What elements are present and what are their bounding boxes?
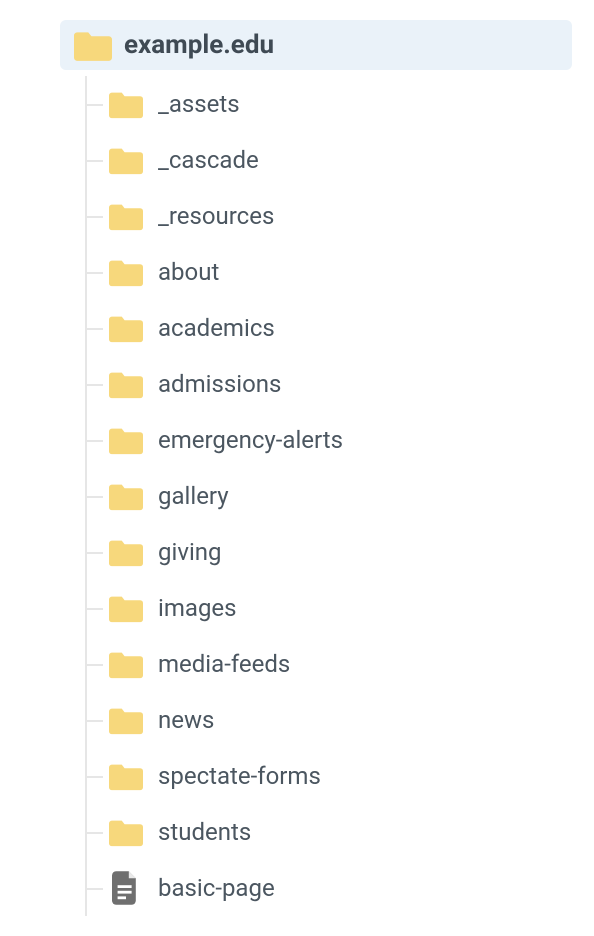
folder-icon: [108, 537, 144, 567]
folder-icon: [74, 28, 112, 62]
tree-connector-horizontal: [85, 328, 103, 330]
tree-item-folder[interactable]: media-feeds: [90, 636, 584, 692]
tree-item-label: _cascade: [158, 146, 259, 174]
tree-connector-horizontal: [85, 608, 103, 610]
tree-item-folder[interactable]: spectate-forms: [90, 748, 584, 804]
tree-connector-horizontal: [85, 440, 103, 442]
folder-icon: [108, 593, 144, 623]
folder-icon: [108, 257, 144, 287]
tree-item-folder[interactable]: about: [90, 244, 584, 300]
tree-item-label: _assets: [158, 90, 240, 118]
tree-children: _assets _cascade _resources about: [90, 76, 584, 916]
tree-item-label: images: [158, 594, 237, 622]
tree-connector-horizontal: [85, 552, 103, 554]
tree-item-folder[interactable]: images: [90, 580, 584, 636]
tree-connector-horizontal: [85, 160, 103, 162]
folder-icon: [108, 817, 144, 847]
folder-icon: [108, 89, 144, 119]
folder-icon: [108, 481, 144, 511]
folder-icon: [108, 761, 144, 791]
tree-item-folder[interactable]: _cascade: [90, 132, 584, 188]
folder-icon: [108, 313, 144, 343]
folder-icon: [108, 425, 144, 455]
tree-connector-horizontal: [85, 888, 103, 890]
tree-item-label: emergency-alerts: [158, 426, 343, 454]
folder-icon: [108, 705, 144, 735]
folder-icon: [108, 201, 144, 231]
tree-root-label: example.edu: [124, 30, 274, 60]
tree-connector-horizontal: [85, 720, 103, 722]
tree-item-folder[interactable]: news: [90, 692, 584, 748]
tree-item-folder[interactable]: academics: [90, 300, 584, 356]
tree-item-label: about: [158, 258, 219, 286]
tree-connector-horizontal: [85, 384, 103, 386]
tree-connector-horizontal: [85, 832, 103, 834]
tree-item-folder[interactable]: students: [90, 804, 584, 860]
tree-connector-horizontal: [85, 496, 103, 498]
tree-item-folder[interactable]: _resources: [90, 188, 584, 244]
tree-item-folder[interactable]: emergency-alerts: [90, 412, 584, 468]
tree-item-file[interactable]: basic-page: [90, 860, 584, 916]
tree-item-label: giving: [158, 538, 222, 566]
folder-icon: [108, 145, 144, 175]
tree-connector-horizontal: [85, 104, 103, 106]
tree-item-label: basic-page: [158, 874, 275, 902]
tree-item-label: media-feeds: [158, 650, 290, 678]
tree-item-label: spectate-forms: [158, 762, 321, 790]
tree-connector-horizontal: [85, 216, 103, 218]
tree-item-label: admissions: [158, 370, 281, 398]
tree-item-label: _resources: [158, 202, 274, 230]
tree-item-label: students: [158, 818, 251, 846]
tree-item-folder[interactable]: admissions: [90, 356, 584, 412]
tree-item-label: news: [158, 706, 214, 734]
tree-item-folder[interactable]: giving: [90, 524, 584, 580]
tree-item-label: academics: [158, 314, 275, 342]
tree-item-folder[interactable]: _assets: [90, 76, 584, 132]
file-icon: [108, 871, 144, 905]
tree-root-item[interactable]: example.edu: [60, 20, 572, 70]
folder-icon: [108, 369, 144, 399]
tree-connector-horizontal: [85, 664, 103, 666]
folder-icon: [108, 649, 144, 679]
tree-item-folder[interactable]: gallery: [90, 468, 584, 524]
tree-item-label: gallery: [158, 482, 229, 510]
tree-connector-horizontal: [85, 272, 103, 274]
file-tree: example.edu _assets _cascade _resources: [10, 20, 584, 916]
tree-connector-horizontal: [85, 776, 103, 778]
